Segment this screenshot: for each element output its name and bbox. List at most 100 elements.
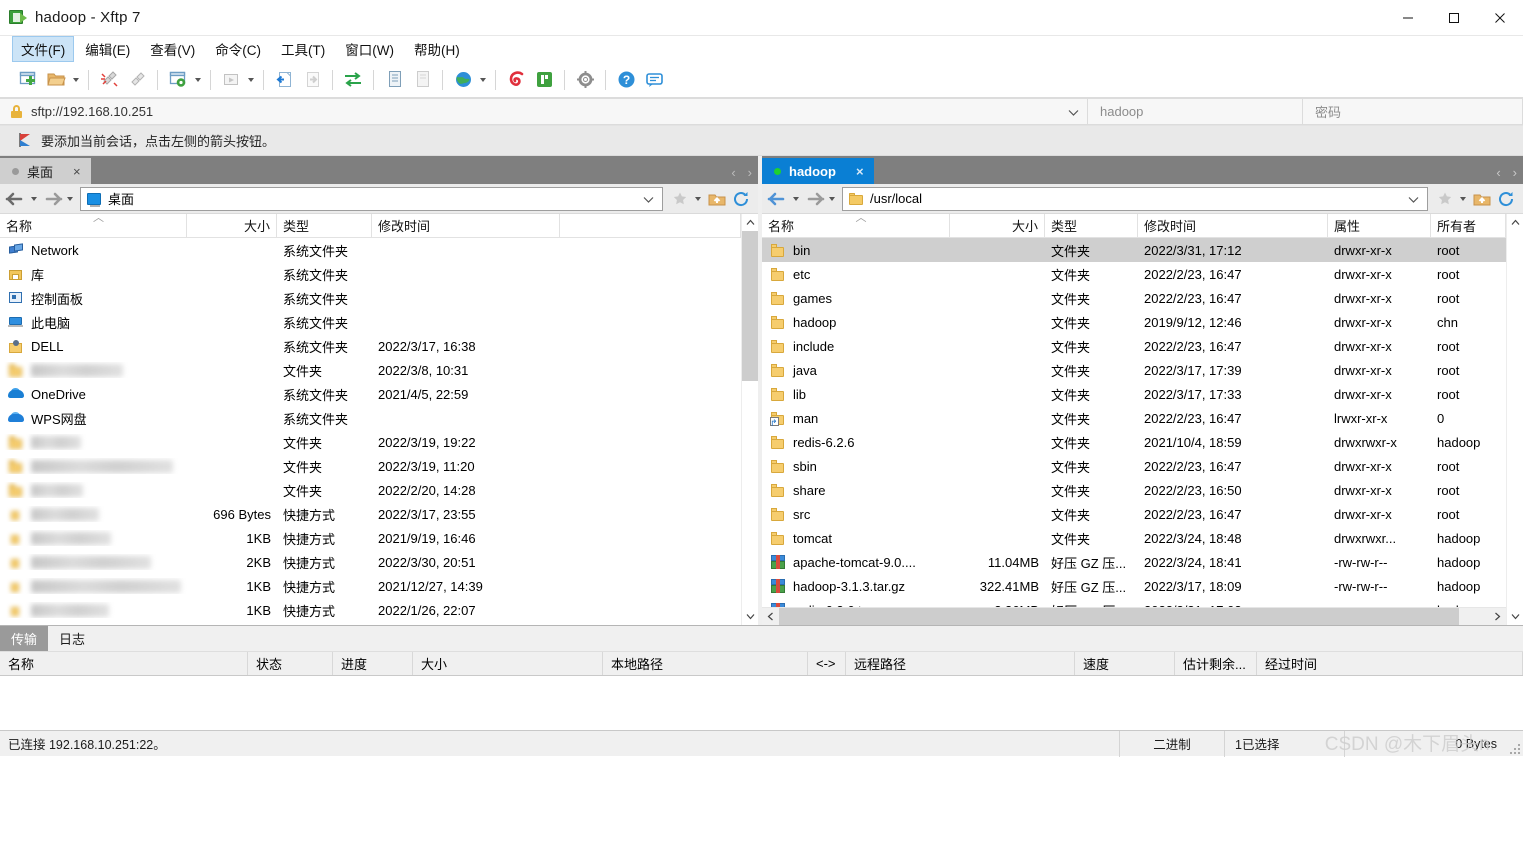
remote-back-button[interactable]	[766, 186, 790, 212]
menu-command[interactable]: 命令(C)	[206, 36, 270, 62]
menu-window[interactable]: 窗口(W)	[336, 36, 403, 62]
table-row[interactable]: apache-tomcat-9.0....11.04MB好压 GZ 压...20…	[762, 550, 1506, 574]
table-row[interactable]: 文件夹2022/3/19, 11:20	[0, 454, 741, 478]
maximize-button[interactable]	[1431, 0, 1477, 36]
transfer-col-7[interactable]: 速度	[1075, 652, 1175, 675]
table-row[interactable]: Network系统文件夹	[0, 238, 741, 262]
transfer-col-6[interactable]: 远程路径	[846, 652, 1075, 675]
remote-col-attrs[interactable]: 属性	[1328, 214, 1431, 237]
feedback-icon[interactable]	[640, 66, 668, 94]
transfer-right-icon[interactable]	[298, 66, 326, 94]
remote-vertical-scrollbar[interactable]	[1506, 214, 1523, 625]
table-row[interactable]: OneDrive系统文件夹2021/4/5, 22:59	[0, 382, 741, 406]
table-row[interactable]: 文件夹2022/2/20, 14:28	[0, 478, 741, 502]
local-scroll-down-icon[interactable]	[742, 608, 759, 625]
table-row[interactable]: hadoop-3.1.3.tar.gz322.41MB好压 GZ 压...202…	[762, 574, 1506, 598]
table-row[interactable]: src文件夹2022/2/23, 16:47drwxr-xr-xroot	[762, 502, 1506, 526]
table-row[interactable]: include文件夹2022/2/23, 16:47drwxr-xr-xroot	[762, 334, 1506, 358]
table-row[interactable]: hadoop文件夹2019/9/12, 12:46drwxr-xr-xchn	[762, 310, 1506, 334]
close-button[interactable]	[1477, 0, 1523, 36]
tab-close-icon[interactable]: ×	[856, 164, 864, 179]
remote-path-input[interactable]: /usr/local	[842, 187, 1428, 211]
username-input[interactable]: hadoop	[1088, 98, 1303, 125]
tab-transfer[interactable]: 传输	[0, 626, 48, 651]
help-icon[interactable]: ?	[612, 66, 640, 94]
remote-forward-caret-icon[interactable]	[826, 185, 838, 213]
xshell-icon[interactable]	[502, 66, 530, 94]
table-row[interactable]: redis-6.2.6文件夹2021/10/4, 18:59drwxrwxr-x…	[762, 430, 1506, 454]
local-back-button[interactable]	[4, 186, 28, 212]
table-row[interactable]: lib文件夹2022/3/17, 17:33drwxr-xr-xroot	[762, 382, 1506, 406]
table-row[interactable]: 1KB快捷方式2021/12/27, 14:39	[0, 574, 741, 598]
table-row[interactable]: redis-6.2.6.tar.gz2.36MB好压 GZ 压...2022/3…	[762, 598, 1506, 607]
edit-file-icon[interactable]	[380, 66, 408, 94]
menu-help[interactable]: 帮助(H)	[405, 36, 469, 62]
transfer-col-9[interactable]: 经过时间	[1257, 652, 1523, 675]
remote-favorite-button[interactable]	[1432, 186, 1457, 212]
sync-browsing-icon[interactable]	[339, 66, 367, 94]
remote-col-size[interactable]: 大小	[950, 214, 1045, 237]
globe-caret-icon[interactable]	[477, 66, 489, 94]
table-row[interactable]: tomcat文件夹2022/3/24, 18:48drwxrwxr...hado…	[762, 526, 1506, 550]
remote-favorite-caret-icon[interactable]	[1457, 185, 1469, 213]
open-folder-caret-icon[interactable]	[70, 66, 82, 94]
url-input[interactable]: sftp://192.168.10.251	[0, 98, 1088, 125]
local-path-chevron-down-icon[interactable]	[643, 191, 654, 206]
local-favorite-caret-icon[interactable]	[692, 185, 704, 213]
local-scroll-track[interactable]	[742, 231, 759, 608]
remote-col-modified[interactable]: 修改时间	[1138, 214, 1328, 237]
local-home-folder-icon[interactable]	[704, 186, 729, 212]
local-forward-button[interactable]	[40, 186, 64, 212]
remote-path-chevron-down-icon[interactable]	[1408, 191, 1419, 206]
session-properties-caret-icon[interactable]	[192, 66, 204, 94]
transfer-col-0[interactable]: 名称	[0, 652, 248, 675]
globe-icon[interactable]	[449, 66, 477, 94]
remote-col-name[interactable]: 名称 ︿	[762, 214, 950, 237]
remote-back-caret-icon[interactable]	[790, 185, 802, 213]
transfer-col-4[interactable]: 本地路径	[603, 652, 808, 675]
remote-hscroll-thumb[interactable]	[779, 608, 1459, 626]
settings-gear-icon[interactable]	[571, 66, 599, 94]
run-icon[interactable]	[217, 66, 245, 94]
table-row[interactable]: 文件夹2022/3/8, 10:31	[0, 358, 741, 382]
copy-file-icon[interactable]	[408, 66, 436, 94]
table-row[interactable]: games文件夹2022/2/23, 16:47drwxr-xr-xroot	[762, 286, 1506, 310]
tab-next-icon[interactable]: ›	[1513, 165, 1517, 180]
local-vertical-scrollbar[interactable]	[741, 214, 758, 625]
table-row[interactable]: java文件夹2022/3/17, 17:39drwxr-xr-xroot	[762, 358, 1506, 382]
xftp-launch-icon[interactable]	[530, 66, 558, 94]
transfer-col-8[interactable]: 估计剩余...	[1175, 652, 1257, 675]
table-row[interactable]: share文件夹2022/2/23, 16:50drwxr-xr-xroot	[762, 478, 1506, 502]
local-col-size[interactable]: 大小	[187, 214, 277, 237]
remote-col-owner[interactable]: 所有者	[1431, 214, 1506, 237]
password-input[interactable]: 密码	[1303, 98, 1523, 125]
table-row[interactable]: DELL系统文件夹2022/3/17, 16:38	[0, 334, 741, 358]
local-path-input[interactable]: 桌面	[80, 187, 663, 211]
reconnect-icon[interactable]	[123, 66, 151, 94]
transfer-col-2[interactable]: 进度	[333, 652, 413, 675]
tab-log[interactable]: 日志	[48, 626, 96, 651]
remote-scroll-track[interactable]	[1507, 231, 1523, 608]
table-row[interactable]: 696 Bytes快捷方式2022/3/17, 23:55	[0, 502, 741, 526]
transfer-col-3[interactable]: 大小	[413, 652, 603, 675]
remote-scroll-down-icon[interactable]	[1507, 608, 1523, 625]
remote-scroll-up-icon[interactable]	[1507, 214, 1523, 231]
menu-edit[interactable]: 编辑(E)	[76, 36, 139, 62]
remote-col-type[interactable]: 类型	[1045, 214, 1138, 237]
session-properties-icon[interactable]	[164, 66, 192, 94]
minimize-button[interactable]	[1385, 0, 1431, 36]
remote-hscroll-right-icon[interactable]	[1489, 608, 1506, 626]
transfer-col-5[interactable]: <->	[808, 652, 846, 675]
tab-next-icon[interactable]: ›	[748, 165, 752, 180]
remote-refresh-icon[interactable]	[1494, 186, 1519, 212]
table-row[interactable]: WPS网盘系统文件夹	[0, 406, 741, 430]
local-col-extra[interactable]	[560, 214, 741, 237]
run-caret-icon[interactable]	[245, 66, 257, 94]
table-row[interactable]: 1KB快捷方式2022/1/26, 22:07	[0, 598, 741, 622]
local-col-modified[interactable]: 修改时间	[372, 214, 560, 237]
remote-forward-button[interactable]	[802, 186, 826, 212]
table-row[interactable]: 库系统文件夹	[0, 262, 741, 286]
transfer-col-1[interactable]: 状态	[248, 652, 333, 675]
local-favorite-button[interactable]	[667, 186, 692, 212]
resize-grip[interactable]	[1508, 742, 1520, 754]
